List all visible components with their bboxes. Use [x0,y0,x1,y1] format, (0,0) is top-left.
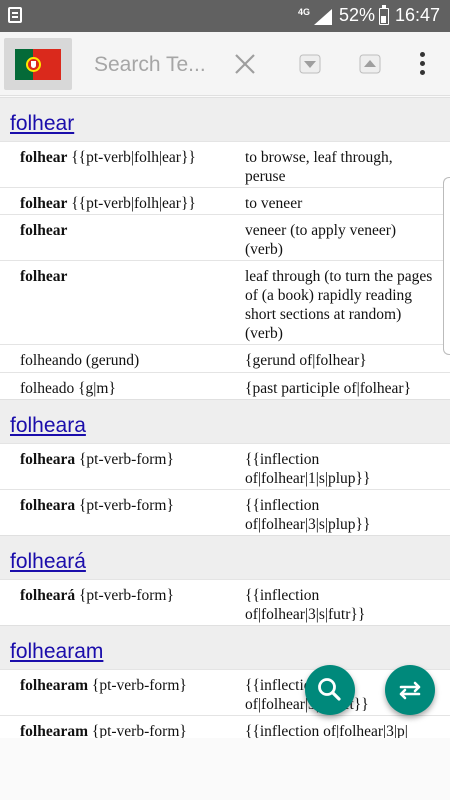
language-button[interactable] [4,38,72,90]
results-list: folhear folhear {{pt-verb|folh|ear}} to … [0,97,450,738]
entry-head: folhear [20,149,68,166]
word-header: folhearam [0,625,450,669]
entry-definition: to veneer [245,195,303,212]
list-item[interactable]: folheará {pt-verb-form} {{inflection of|… [0,579,450,625]
entry-meta: {pt-verb-form} [88,677,187,694]
search-fab-button[interactable] [305,665,355,715]
clear-icon[interactable] [233,52,257,76]
entry-definition: {past participle of|folhear} [245,380,412,397]
entry-meta: {pt-verb-form} [75,497,174,514]
search-input[interactable] [94,50,216,80]
entry-head: folheara [20,497,76,514]
word-header: folheará [0,535,450,579]
entry-definition: {{inflection of|folhear|3|p| [245,723,408,738]
entry-definition: {{inflection of|folhear|3|s|plup}} [245,497,371,533]
entry-definition: veneer (to apply veneer) (verb) [245,222,397,258]
list-item[interactable]: folheando (gerund) {gerund of|folhear} [0,344,450,372]
battery-icon [379,5,389,25]
entry-meta: {pt-verb-form} [75,587,174,604]
list-item[interactable]: folhear veneer (to apply veneer) (verb) [0,214,450,260]
word-link[interactable]: folheara [10,414,86,438]
entry-definition: {{inflection of|folhear|1|s|plup}} [245,451,371,487]
list-item[interactable]: folhear {{pt-verb|folh|ear}} to veneer [0,187,450,214]
arrow-down-icon[interactable] [299,54,321,74]
entry-head: folheara [20,451,76,468]
entry-definition: {gerund of|folhear} [245,352,367,369]
arrow-up-icon[interactable] [359,54,381,74]
entry-definition: {{inflection of|folhear|3|s|futr}} [245,587,366,623]
list-item[interactable]: folheara {pt-verb-form} {{inflection of|… [0,489,450,535]
entry-meta: folheado {g|m} [20,380,116,397]
entry-meta: {pt-verb-form} [88,723,187,738]
entry-head: folhearam [20,677,89,694]
word-link[interactable]: folhearam [10,640,103,664]
word-header: folheara [0,399,450,443]
swap-icon [399,681,421,700]
entry-definition: to browse, leaf through, peruse [245,149,393,185]
entry-head: folheará [20,587,76,604]
toolbar [0,32,450,96]
network-type: 4G [298,7,311,17]
list-item[interactable]: folhear leaf through (to turn the pages … [0,260,450,344]
search-icon [318,678,341,701]
scrollbar[interactable] [443,177,450,355]
word-link[interactable]: folheará [10,550,86,574]
clock: 16:47 [395,5,441,25]
entry-meta: {{pt-verb|folh|ear}} [67,195,196,212]
list-item[interactable]: folheara {pt-verb-form} {{inflection of|… [0,443,450,489]
list-item[interactable]: folheado {g|m} {past participle of|folhe… [0,372,450,399]
battery-percent: 52% [339,5,376,25]
entry-meta: {pt-verb-form} [75,451,174,468]
entry-head: folhear [20,268,68,285]
entry-meta: {{pt-verb|folh|ear}} [67,149,196,166]
swap-language-fab-button[interactable] [385,665,435,715]
word-header: folhear [0,97,450,141]
list-item[interactable]: folhear {{pt-verb|folh|ear}} to browse, … [0,141,450,187]
status-bar: 4G 52% 16:47 [0,0,450,32]
notification-icon [8,7,22,23]
entry-head: folhear [20,222,68,239]
entry-meta: folheando (gerund) [20,352,140,369]
portugal-flag-icon [15,49,61,80]
entry-definition: leaf through (to turn the pages of (a bo… [245,268,433,342]
entry-head: folhear [20,195,68,212]
list-item[interactable]: folhearam {pt-verb-form} {{inflection of… [0,669,450,715]
signal-icon [314,9,332,25]
list-item[interactable]: folhearam {pt-verb-form} {{inflection of… [0,715,450,738]
entry-head: folhearam [20,723,89,738]
word-link[interactable]: folhear [10,112,74,136]
more-vert-icon[interactable] [412,50,432,78]
